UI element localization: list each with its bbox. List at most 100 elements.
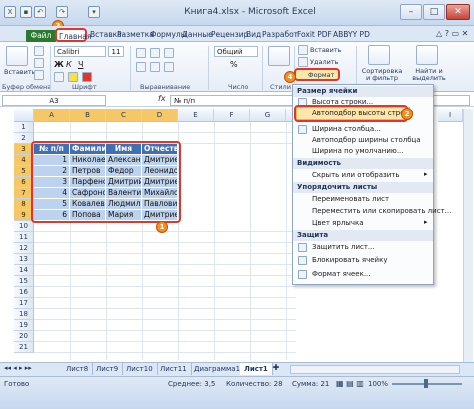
tab-abbyy[interactable]: ABBYY PD — [331, 28, 372, 42]
menu-item-hide-show[interactable]: Скрыть или отобразить — [312, 170, 430, 181]
find-select-icon[interactable] — [416, 45, 438, 65]
column-header-g[interactable]: G — [250, 109, 286, 122]
menu-item-lock-cell[interactable]: Блокировать ячейку — [312, 255, 430, 266]
sheet-tab-10[interactable]: Лист10 — [122, 363, 158, 375]
fill-color-icon[interactable] — [68, 72, 78, 82]
align-top-icon[interactable] — [136, 48, 146, 58]
font-color-icon[interactable] — [82, 72, 92, 82]
sheet-tab-chart1[interactable]: Диаграмма1 — [190, 363, 246, 375]
row-header[interactable]: 11 — [14, 232, 34, 243]
number-format-select[interactable]: Общий — [214, 46, 258, 57]
gridline — [286, 122, 287, 360]
row-header[interactable]: 10 — [14, 221, 34, 232]
tab-home[interactable]: Главная — [55, 28, 91, 42]
fx-icon[interactable]: fx — [158, 94, 166, 103]
row-header[interactable]: 1 — [14, 122, 34, 133]
menu-item-move-copy-sheet[interactable]: Переместить или скопировать лист... — [312, 206, 451, 217]
find-select-button[interactable]: Найти и выделить — [406, 68, 452, 82]
alignment-group-label: Выравнивание — [140, 83, 191, 91]
select-all-corner[interactable] — [14, 109, 34, 122]
align-middle-icon[interactable] — [150, 48, 160, 58]
sheet-nav-arrows-icon[interactable]: ◂◂ ◂ ▸ ▸▸ — [4, 364, 32, 372]
styles-icon[interactable] — [268, 46, 290, 66]
italic-button[interactable]: К — [66, 60, 72, 69]
align-left-icon[interactable] — [136, 62, 146, 72]
menu-item-protect-sheet[interactable]: Защитить лист... — [312, 242, 430, 253]
row-header[interactable]: 16 — [14, 287, 34, 298]
row-header[interactable]: 21 — [14, 342, 34, 353]
vertical-scrollbar[interactable] — [463, 109, 473, 362]
gridline — [34, 341, 296, 342]
row-header[interactable]: 19 — [14, 320, 34, 331]
column-header-d[interactable]: D — [142, 109, 178, 122]
copy-icon[interactable] — [34, 58, 44, 68]
column-header-f[interactable]: F — [214, 109, 250, 122]
status-average: Среднее: 3,5 — [168, 380, 216, 388]
excel-logo-icon[interactable]: X — [4, 6, 16, 18]
menu-item-autofit-column-width[interactable]: Автоподбор ширины столбца — [312, 135, 430, 146]
save-icon[interactable]: ▪ — [20, 6, 32, 18]
column-header-a[interactable]: A — [34, 109, 70, 122]
status-count: Количество: 28 — [226, 380, 283, 388]
align-center-icon[interactable] — [150, 62, 160, 72]
sort-filter-button[interactable]: Сортировка и фильтр — [360, 68, 404, 82]
row-header[interactable]: 13 — [14, 254, 34, 265]
row-header[interactable]: 12 — [14, 243, 34, 254]
format-button[interactable]: Формат — [294, 68, 340, 81]
minimize-button[interactable]: – — [400, 4, 422, 20]
wrap-text-icon[interactable] — [164, 48, 174, 58]
styles-group-label[interactable]: Стили — [270, 83, 291, 91]
paste-icon[interactable] — [6, 46, 28, 66]
close-button[interactable]: ✕ — [446, 4, 470, 20]
format-painter-icon[interactable] — [34, 70, 44, 80]
menu-item-default-width[interactable]: Ширина по умолчанию... — [312, 146, 430, 157]
row-header[interactable]: 20 — [14, 331, 34, 342]
cut-icon[interactable] — [34, 46, 44, 56]
sheet-tab-9[interactable]: Лист9 — [92, 363, 124, 375]
underline-button[interactable]: Ч — [78, 60, 83, 69]
insert-cells-icon[interactable] — [298, 45, 308, 55]
gridline — [34, 132, 296, 133]
menu-item-rename-sheet[interactable]: Переименовать лист — [312, 194, 430, 205]
borders-icon[interactable] — [54, 72, 64, 82]
delete-cells-icon[interactable] — [298, 57, 308, 67]
percent-button[interactable]: % — [230, 60, 238, 69]
column-header-e[interactable]: E — [178, 109, 214, 122]
insert-cells-button[interactable]: Вставить — [310, 46, 341, 54]
font-size-select[interactable]: 11 — [108, 46, 124, 57]
merge-icon[interactable] — [164, 62, 174, 72]
row-header[interactable]: 17 — [14, 298, 34, 309]
menu-item-tab-color[interactable]: Цвет ярлычка — [312, 218, 430, 229]
autofit-row-highlight-ring — [294, 105, 408, 122]
tab-foxit[interactable]: Foxit PDF — [295, 28, 334, 42]
redo-icon[interactable]: ↷ — [56, 6, 68, 18]
name-box[interactable]: A3 — [2, 95, 106, 106]
bold-button[interactable]: Ж — [54, 60, 64, 69]
paste-button[interactable]: Вставить — [4, 68, 35, 76]
new-sheet-icon[interactable]: ✚ — [270, 363, 282, 375]
tab-file[interactable]: Файл — [26, 30, 56, 42]
maximize-button[interactable]: □ — [423, 4, 445, 20]
zoom-slider-thumb[interactable] — [424, 379, 428, 388]
delete-cells-button[interactable]: Удалить — [310, 58, 338, 66]
zoom-level[interactable]: 100% — [368, 380, 388, 388]
menu-item-format-cells[interactable]: Формат ячеек... — [312, 269, 430, 280]
row-header[interactable]: 18 — [14, 309, 34, 320]
sheet-tab-8[interactable]: Лист8 — [62, 363, 94, 375]
gridline — [34, 286, 296, 287]
sort-filter-icon[interactable] — [368, 45, 390, 65]
column-header-i[interactable]: I — [438, 109, 463, 122]
column-header-b[interactable]: B — [70, 109, 106, 122]
ribbon-controls-icon[interactable]: △ ? ▭ ✕ — [436, 29, 468, 38]
column-header-c[interactable]: C — [106, 109, 142, 122]
sheet-tab-11[interactable]: Лист11 — [156, 363, 192, 375]
undo-icon[interactable]: ↶ — [34, 6, 46, 18]
view-buttons-icon[interactable]: ▦ ▤ ▥ — [336, 379, 364, 388]
customize-qat-icon[interactable]: ▾ — [88, 6, 100, 18]
sheet-tab-1[interactable]: Лист1 — [240, 363, 273, 375]
horizontal-scrollbar[interactable] — [290, 365, 460, 374]
row-header[interactable]: 14 — [14, 265, 34, 276]
row-header[interactable]: 15 — [14, 276, 34, 287]
font-name-select[interactable]: Calibri — [54, 46, 106, 57]
menu-item-column-width[interactable]: Ширина столбца... — [312, 124, 430, 135]
